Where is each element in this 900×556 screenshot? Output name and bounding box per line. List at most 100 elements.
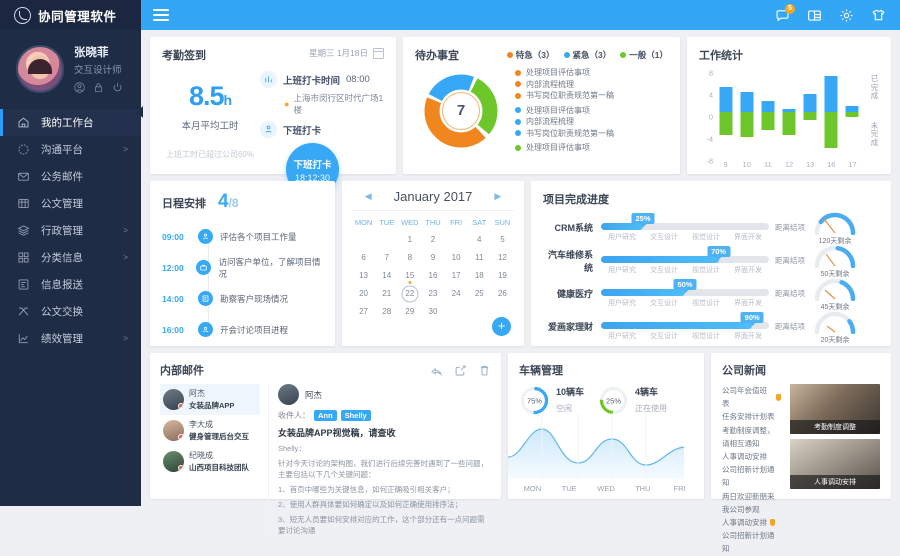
reply-icon[interactable] [430,364,443,377]
mail-sender: 纪晓成 [189,451,213,460]
calendar-day[interactable]: 25 [468,286,491,302]
recipient-chip[interactable]: Ann [314,410,337,421]
calendar-day[interactable]: 13 [352,268,375,284]
calendar-day[interactable]: 6 [352,250,375,266]
gauge-caption: 距离结项 [775,289,805,298]
news-item[interactable]: 人事调动安排 [722,450,781,463]
calendar-day[interactable]: 9 [421,250,444,266]
calendar-day[interactable]: 16 [421,268,444,284]
sidebar-item-administration[interactable]: 行政管理 > [0,217,141,244]
mail-greeting: Shelly： [278,444,306,453]
todo-item[interactable]: 内部流程梳理 [515,116,668,128]
news-body: 公司年会值班表 任务安排计划表 考勤制度调整，请相互通知 人事调动安排 公司招新… [722,384,880,556]
calendar-day[interactable]: 4 [468,232,491,248]
calendar-day[interactable]: 1 [398,232,421,248]
news-thumbnail[interactable]: 人事调动安排 [790,439,880,489]
news-thumbnail[interactable]: 考勤制度调整 [790,384,880,434]
calendar-day[interactable]: 11 [468,250,491,266]
shirt-icon[interactable] [871,8,886,23]
schedule-item[interactable]: 16:00 开会讨论项目进程 [162,314,323,345]
recipient-chip[interactable]: Shelly [340,410,371,421]
schedule-item[interactable]: 09:00 评估各个项目工作量 [162,221,323,252]
gauge-icon [813,209,857,237]
calendar-add-button[interactable]: + [492,317,511,336]
lock-icon[interactable] [93,82,104,93]
news-item[interactable]: 公司招新计划通知 [722,463,781,489]
mail-list-item[interactable]: 阿杰 女装品牌APP [160,384,260,415]
calendar-day[interactable]: 27 [352,304,375,320]
x-tick: MON [523,484,542,493]
dashboard-row-1: 考勤签到 星期三 1月18日 8.5h 本月平均工时 上班工时已超过公司60% [150,37,891,196]
sidebar-item-classified-info[interactable]: 分类信息 > [0,244,141,271]
mail-line: 1、首页中哪些为关键信息，如何正确吸引相关客户； [278,485,455,494]
hamburger-icon[interactable] [153,9,169,21]
calendar-day[interactable]: 24 [445,286,468,302]
mail-subject: 山西项目科技团队 [189,463,249,472]
gauge-icon [813,308,857,336]
calendar-day[interactable]: 18 [468,268,491,284]
sidebar-item-my-workbench[interactable]: 我的工作台 [0,109,141,136]
calendar-prev-button[interactable]: ◀ [365,191,372,202]
todo-item[interactable]: 内部流程梳理 [515,79,668,91]
sidebar-item-info-reporting[interactable]: 信息报送 [0,271,141,298]
calendar-dow: MON [354,218,373,227]
news-item[interactable]: 公司招新计划通知 [722,529,781,555]
y-tick: 8 [708,68,713,78]
calendar-day[interactable]: 5 [491,232,514,248]
news-text: 人事调动安排 [722,452,767,462]
calendar-day[interactable]: 15 [398,268,421,284]
sidebar-item-official-mail[interactable]: 公务邮件 [0,163,141,190]
todo-item[interactable]: 处理项目评估事项 [515,67,668,79]
calendar-day[interactable]: 14 [375,268,398,284]
calendar-day[interactable]: 29 [398,304,421,320]
calendar-day[interactable]: 7 [375,250,398,266]
calendar-day[interactable]: 30 [421,304,444,320]
calendar-next-button[interactable]: ▶ [494,191,501,202]
schedule-item[interactable]: 14:00 勘察客户现场情况 [162,283,323,314]
project-row: 健康医疗 50% 用户研究 交互设计 视觉设计 界面开发 距离结项 45天剩余 [543,277,879,311]
gear-icon[interactable] [839,8,854,23]
calendar-day[interactable]: 8 [398,250,421,266]
calendar-day[interactable]: 26 [491,286,514,302]
sidebar-item-document-management[interactable]: 公文管理 [0,190,141,217]
calendar-day[interactable]: 2 [421,232,444,248]
gauge-caption: 距离结项 [775,256,805,265]
calendar-day[interactable]: 21 [375,286,398,302]
sidebar-item-document-exchange[interactable]: 公文交换 [0,298,141,325]
news-item[interactable]: 人事调动安排 [722,516,781,529]
profile-action-icons [74,82,123,93]
news-item[interactable]: 考勤制度调整，请相互通知 [722,424,781,450]
user-icon[interactable] [74,82,85,93]
schedule-item[interactable]: 12:00 访问客户单位，了解项目情况 [162,252,323,283]
todo-item[interactable]: 处理项目评估事项 [515,105,668,117]
mail-list-item[interactable]: 纪晓成 山西项目科技团队 [160,446,260,477]
power-icon[interactable] [112,82,123,93]
calendar-day[interactable]: 28 [375,304,398,320]
calendar-icon[interactable] [373,47,384,59]
calendar-day[interactable]: 20 [352,286,375,302]
window-icon[interactable] [807,8,822,23]
calendar-day[interactable]: 19 [491,268,514,284]
delete-icon[interactable] [478,364,491,377]
todo-item[interactable]: 处理项目评估事项 [515,142,668,154]
calendar-day[interactable]: 23 [421,286,444,302]
sidebar-collapse-indicator[interactable] [137,106,143,118]
news-item[interactable]: 公司年会值班表 [722,384,781,410]
calendar-day[interactable]: 12 [491,250,514,266]
calendar-day[interactable]: 3 [445,232,468,248]
calendar-day[interactable]: 17 [445,268,468,284]
mail-list-item[interactable]: 李大成 健身管理后台交互 [160,415,260,446]
sidebar-item-performance-management[interactable]: 绩效管理 > [0,325,141,352]
news-item[interactable]: 任务安排计划表 [722,410,781,423]
calendar-day[interactable]: 22 [398,286,421,302]
user-profile[interactable]: 张晓菲 交互设计师 [0,30,141,105]
calendar-day[interactable]: 10 [445,250,468,266]
todo-item[interactable]: 书写岗位职责规范第一稿 [515,128,668,140]
project-track: 50% [601,278,769,296]
news-item[interactable]: 两日欢迎新朋来我公司参观 [722,490,781,516]
mail-line: 针对今天讨论的架构图，我们进行后续完善时遇到了一些问题，主要包括以下几个关键问题… [278,459,488,479]
todo-item[interactable]: 书写岗位职责规范第一稿 [515,90,668,102]
sidebar-item-communication[interactable]: 沟通平台 > [0,136,141,163]
message-icon[interactable]: 5 [775,3,795,23]
forward-icon[interactable] [454,364,467,377]
